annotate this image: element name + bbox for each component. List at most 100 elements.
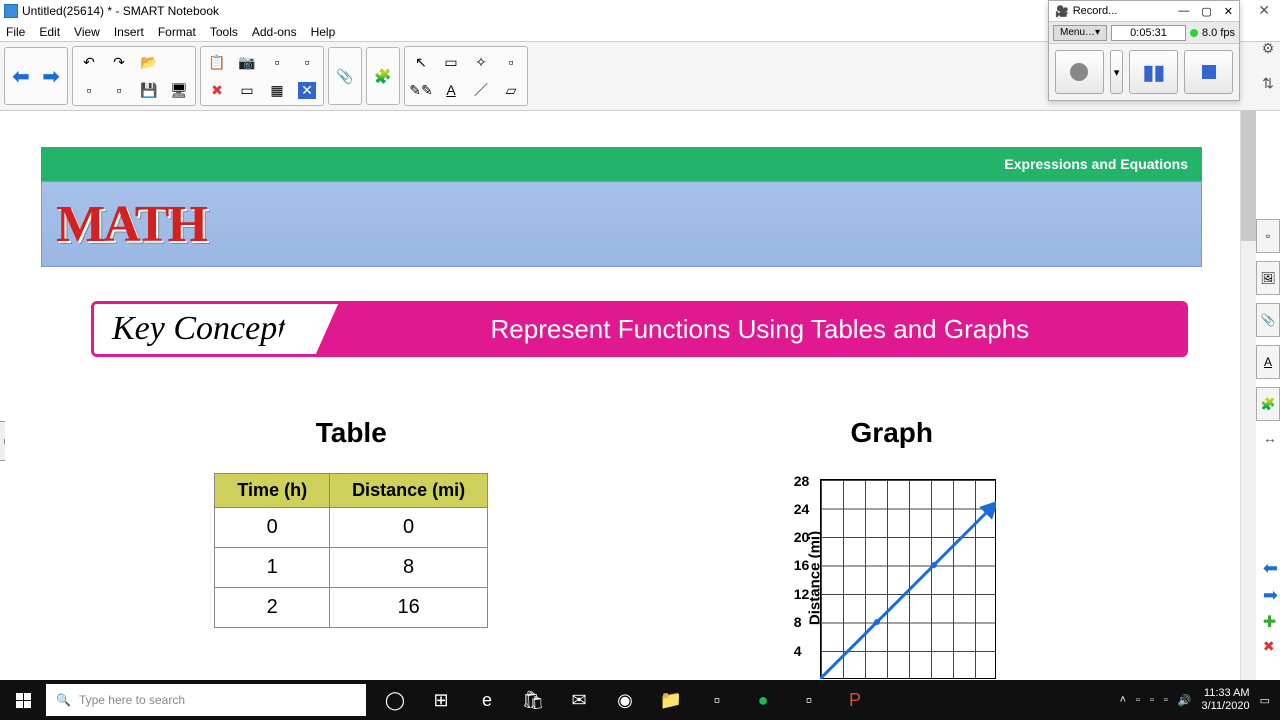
insert-button[interactable]: ▫ — [293, 49, 321, 75]
menu-insert[interactable]: Insert — [114, 25, 144, 39]
menu-file[interactable]: File — [6, 25, 25, 39]
select-tool[interactable]: ↖ — [407, 49, 435, 75]
pause-button[interactable]: ▮▮ — [1129, 50, 1178, 94]
text-tool[interactable]: A — [437, 77, 465, 103]
menu-help[interactable]: Help — [311, 25, 336, 39]
record-button[interactable] — [1055, 50, 1104, 94]
line-tool[interactable]: ／ — [467, 77, 495, 103]
redo-button[interactable]: ↷ — [105, 49, 133, 75]
addon-button[interactable]: 🧩 — [369, 50, 397, 102]
table-button[interactable]: ▦ — [263, 77, 291, 103]
open-button[interactable]: 📂 — [135, 49, 163, 75]
record-dropdown[interactable]: ▾ — [1110, 50, 1124, 94]
key-concept-label: Key Concept — [94, 304, 305, 354]
vertical-scrollbar[interactable] — [1240, 111, 1256, 687]
app-icon-1[interactable]: ▫ — [786, 680, 832, 720]
edge-del-icon[interactable]: ✖ — [1263, 638, 1278, 655]
close-tool-button[interactable]: ✕ — [293, 77, 321, 103]
edge-next-icon[interactable]: ➡ — [1263, 585, 1278, 606]
eraser-tool[interactable]: ▱ — [497, 77, 525, 103]
taskview-icon[interactable]: ⊞ — [418, 680, 464, 720]
prev-page-button[interactable]: ⬅ — [7, 50, 35, 102]
table-header-distance: Distance (mi) — [330, 474, 488, 508]
save-button[interactable]: 💾 — [135, 77, 163, 103]
undo-button[interactable]: ↶ — [75, 49, 103, 75]
topic-bar: Expressions and Equations — [41, 147, 1202, 181]
clipboard-button[interactable]: 📎 — [331, 50, 359, 102]
recorder-icon: 🎥 — [1055, 5, 1069, 18]
taskbar-clock[interactable]: 11:33 AM 3/11/2020 — [1201, 687, 1249, 713]
app-icon — [4, 4, 18, 18]
gallery-tab[interactable]: 🖼 — [1256, 261, 1280, 295]
ytick: 28 — [794, 473, 810, 489]
tray-up-icon[interactable]: ˄ — [1120, 694, 1126, 706]
next-page-button[interactable]: ➡ — [37, 50, 65, 102]
tray-app-icon[interactable]: ▫ — [1136, 694, 1140, 706]
taskbar: 🔍 Type here to search ◯ ⊞ e 🛍 ✉ ◉ 📁 ▫ ● … — [0, 680, 1280, 720]
side-tabs: ▫ 🖼 📎 A 🧩 — [1256, 219, 1280, 421]
powerpoint-icon[interactable]: P — [832, 680, 878, 720]
mail-icon[interactable]: ✉ — [556, 680, 602, 720]
shape-tool[interactable]: ▭ — [437, 49, 465, 75]
page-sorter-tab[interactable]: ▫ — [1256, 219, 1280, 253]
tray-network-icon[interactable]: ▫ — [1164, 694, 1168, 706]
menu-edit[interactable]: Edit — [39, 25, 60, 39]
menu-format[interactable]: Format — [158, 25, 196, 39]
notifications-icon[interactable]: ▭ — [1260, 694, 1270, 707]
cortana-icon[interactable]: ◯ — [372, 680, 418, 720]
recorder-window[interactable]: 🎥 Record... — ▢ ✕ Menu… ▾ 0:05:31 8.0 fp… — [1048, 0, 1240, 101]
ytick: 16 — [794, 557, 810, 573]
attachments-tab[interactable]: 📎 — [1256, 303, 1280, 337]
delete-button[interactable]: ✖ — [203, 77, 231, 103]
window-title: Untitled(25614) * - SMART Notebook — [22, 4, 219, 18]
data-table: Time (h) Distance (mi) 00 18 216 — [214, 473, 488, 628]
maximize-icon[interactable]: ▢ — [1201, 5, 1211, 18]
menu-tools[interactable]: Tools — [210, 25, 238, 39]
graph-line — [820, 479, 996, 679]
tray-volume-icon[interactable]: 🔊 — [1178, 694, 1192, 707]
capture-button[interactable]: 📷 — [233, 49, 261, 75]
graph-column: Graph Distance (mi) 28 24 20 16 12 8 4 — [622, 417, 1163, 683]
resize-h-icon[interactable]: ↔ — [1263, 430, 1278, 446]
minimize-icon[interactable]: — — [1178, 5, 1189, 17]
topic-text: Expressions and Equations — [1004, 156, 1188, 172]
stop-button[interactable] — [1184, 50, 1233, 94]
menu-view[interactable]: View — [74, 25, 100, 39]
recorder-menu[interactable]: Menu… ▾ — [1053, 25, 1107, 41]
graph-heading: Graph — [851, 417, 933, 449]
start-button[interactable] — [0, 680, 46, 720]
addons-tab[interactable]: 🧩 — [1256, 387, 1280, 421]
notebook-icon[interactable]: ▫ — [694, 680, 740, 720]
right-tool-column: ⚙ ⇅ — [1258, 40, 1278, 92]
screen-shade-button[interactable]: ▭ — [233, 77, 261, 103]
explorer-icon[interactable]: 📁 — [648, 680, 694, 720]
edge-icon[interactable]: e — [464, 680, 510, 720]
page-canvas[interactable]: Expressions and Equations MATH Key Conce… — [5, 111, 1238, 687]
edge-add-icon[interactable]: ✚ — [1263, 612, 1278, 632]
pens-tool[interactable]: ✎✎ — [407, 77, 435, 103]
table-header-time: Time (h) — [215, 474, 330, 508]
store-icon[interactable]: 🛍 — [510, 680, 556, 720]
ytick: 24 — [794, 501, 810, 517]
screen-button[interactable]: 🖥 — [165, 77, 193, 103]
spotify-icon[interactable]: ● — [740, 680, 786, 720]
paste-button[interactable]: 📋 — [203, 49, 231, 75]
edge-prev-icon[interactable]: ⬅ — [1263, 558, 1278, 579]
settings-icon[interactable]: ⚙ — [1262, 40, 1275, 57]
graph: Distance (mi) 28 24 20 16 12 8 4 — [772, 473, 1012, 683]
magic-pen-tool[interactable]: ✧ — [467, 49, 495, 75]
delete-page-button[interactable]: ▫ — [105, 77, 133, 103]
taskbar-search[interactable]: 🔍 Type here to search — [46, 684, 366, 716]
close-icon[interactable]: ✕ — [1258, 2, 1270, 19]
chrome-icon[interactable]: ◉ — [602, 680, 648, 720]
move-toolbar-icon[interactable]: ⇅ — [1262, 75, 1274, 92]
fill-tool[interactable]: ▫ — [497, 49, 525, 75]
table-column: Table Time (h) Distance (mi) 00 18 216 — [81, 417, 622, 683]
properties-tab[interactable]: A — [1256, 345, 1280, 379]
new-page-button[interactable]: ▫ — [75, 77, 103, 103]
tray-battery-icon[interactable]: ▫ — [1150, 694, 1154, 706]
doc-camera-button[interactable]: ▫ — [263, 49, 291, 75]
edge-nav: ↔ ⬅ ➡ ✚ ✖ — [1263, 430, 1278, 655]
rec-close-icon[interactable]: ✕ — [1224, 5, 1233, 18]
menu-addons[interactable]: Add-ons — [252, 25, 297, 39]
